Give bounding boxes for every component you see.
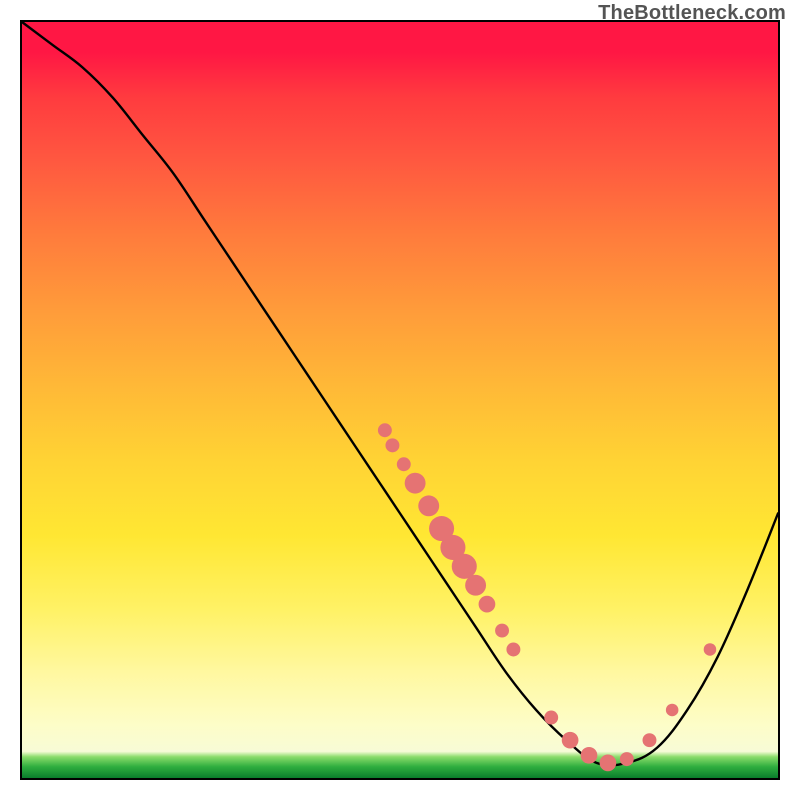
curve-marker [452,554,477,579]
curve-marker [385,438,399,452]
curve-marker [544,711,558,725]
curve-marker [479,596,496,613]
match-curve [22,22,778,765]
curve-marker [643,733,657,747]
curve-marker [600,755,617,772]
curve-marker [465,575,486,596]
curve-marker [506,643,520,657]
curve-marker [562,732,579,749]
curve-marker [620,752,634,766]
curve-marker [378,423,392,437]
curve-marker [405,473,426,494]
curve-marker [397,457,411,471]
plot-area [20,20,780,780]
curve-marker [495,624,509,638]
curve-marker [704,643,717,656]
curve-layer [22,22,778,778]
curve-marker [418,495,439,516]
curve-markers [378,423,716,771]
chart-container: TheBottleneck.com [0,0,800,800]
curve-marker [666,704,679,717]
curve-marker [581,747,598,764]
